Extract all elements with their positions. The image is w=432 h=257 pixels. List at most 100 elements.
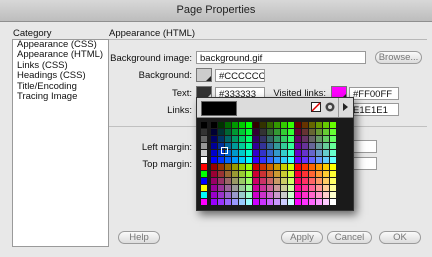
color-swatch[interactable] <box>232 129 238 135</box>
color-swatch[interactable] <box>330 136 336 142</box>
color-swatch[interactable] <box>274 164 280 170</box>
color-swatch[interactable] <box>295 185 301 191</box>
color-swatch[interactable] <box>316 185 322 191</box>
color-swatch[interactable] <box>288 178 294 184</box>
color-swatch[interactable] <box>309 143 315 149</box>
background-image-field[interactable]: background.gif <box>196 51 366 64</box>
color-swatch[interactable] <box>309 129 315 135</box>
color-swatch[interactable] <box>302 143 308 149</box>
background-color-field[interactable]: #CCCCCC <box>215 69 265 82</box>
color-swatch[interactable] <box>260 199 266 205</box>
color-swatch[interactable] <box>201 199 207 205</box>
color-swatch[interactable] <box>309 150 315 156</box>
color-swatch[interactable] <box>309 178 315 184</box>
color-swatch[interactable] <box>316 129 322 135</box>
color-swatch[interactable] <box>316 192 322 198</box>
color-swatch[interactable] <box>267 129 273 135</box>
color-swatch[interactable] <box>323 164 329 170</box>
color-swatch[interactable] <box>225 164 231 170</box>
color-swatch[interactable] <box>260 122 266 128</box>
color-swatch[interactable] <box>288 150 294 156</box>
color-swatch[interactable] <box>267 178 273 184</box>
browse-button[interactable]: Browse... <box>375 51 422 64</box>
color-swatch[interactable] <box>260 178 266 184</box>
color-swatch[interactable] <box>218 129 224 135</box>
color-swatch[interactable] <box>211 164 217 170</box>
color-swatch[interactable] <box>218 171 224 177</box>
color-swatch[interactable] <box>295 192 301 198</box>
color-swatch[interactable] <box>274 122 280 128</box>
color-swatch[interactable] <box>239 199 245 205</box>
color-swatch[interactable] <box>267 171 273 177</box>
color-swatch[interactable] <box>201 143 207 149</box>
color-swatch[interactable] <box>302 164 308 170</box>
color-swatch[interactable] <box>302 171 308 177</box>
color-swatch[interactable] <box>323 171 329 177</box>
color-swatch[interactable] <box>225 122 231 128</box>
color-swatch[interactable] <box>288 143 294 149</box>
color-swatch[interactable] <box>274 199 280 205</box>
color-swatch[interactable] <box>281 150 287 156</box>
color-swatch[interactable] <box>246 178 252 184</box>
color-swatch[interactable] <box>281 122 287 128</box>
color-swatch[interactable] <box>281 185 287 191</box>
color-swatch[interactable] <box>239 171 245 177</box>
color-swatch[interactable] <box>253 150 259 156</box>
color-swatch[interactable] <box>239 192 245 198</box>
color-swatch[interactable] <box>295 122 301 128</box>
color-swatch[interactable] <box>274 157 280 163</box>
color-swatch[interactable] <box>246 122 252 128</box>
color-swatch[interactable] <box>288 157 294 163</box>
color-swatch[interactable] <box>201 171 207 177</box>
color-swatch[interactable] <box>330 143 336 149</box>
color-swatch[interactable] <box>323 150 329 156</box>
color-swatch[interactable] <box>225 192 231 198</box>
color-swatch[interactable] <box>267 192 273 198</box>
color-swatch[interactable] <box>218 199 224 205</box>
color-swatch[interactable] <box>260 136 266 142</box>
color-swatch[interactable] <box>225 157 231 163</box>
color-swatch[interactable] <box>281 171 287 177</box>
color-swatch[interactable] <box>218 164 224 170</box>
color-swatch[interactable] <box>246 157 252 163</box>
color-swatch[interactable] <box>239 122 245 128</box>
color-swatch[interactable] <box>253 136 259 142</box>
color-swatch[interactable] <box>260 143 266 149</box>
color-swatch[interactable] <box>288 164 294 170</box>
no-color-icon[interactable] <box>311 102 321 112</box>
color-swatch[interactable] <box>330 185 336 191</box>
color-swatch[interactable] <box>260 185 266 191</box>
color-swatch[interactable] <box>246 171 252 177</box>
color-swatch[interactable] <box>211 136 217 142</box>
color-swatch[interactable] <box>302 150 308 156</box>
color-swatch[interactable] <box>211 199 217 205</box>
color-swatch[interactable] <box>309 164 315 170</box>
color-swatch[interactable] <box>260 171 266 177</box>
color-swatch[interactable] <box>232 164 238 170</box>
color-swatch[interactable] <box>239 129 245 135</box>
color-swatch[interactable] <box>302 185 308 191</box>
color-swatch[interactable] <box>260 157 266 163</box>
color-swatch[interactable] <box>302 129 308 135</box>
color-swatch[interactable] <box>330 171 336 177</box>
color-swatch[interactable] <box>232 136 238 142</box>
color-swatch[interactable] <box>232 157 238 163</box>
color-swatch[interactable] <box>274 192 280 198</box>
color-swatch[interactable] <box>288 122 294 128</box>
color-swatch[interactable] <box>316 136 322 142</box>
color-swatch[interactable] <box>218 178 224 184</box>
color-swatch[interactable] <box>288 136 294 142</box>
color-swatch[interactable] <box>323 192 329 198</box>
color-swatch[interactable] <box>201 185 207 191</box>
color-swatch[interactable] <box>274 143 280 149</box>
menu-arrow-icon[interactable] <box>342 102 349 112</box>
color-swatch[interactable] <box>225 171 231 177</box>
color-swatch[interactable] <box>302 157 308 163</box>
color-swatch[interactable] <box>323 122 329 128</box>
color-swatch[interactable] <box>211 192 217 198</box>
color-swatch[interactable] <box>295 150 301 156</box>
color-swatch[interactable] <box>211 122 217 128</box>
color-swatch[interactable] <box>260 150 266 156</box>
links-color-field[interactable]: E1E1E1 <box>349 103 399 116</box>
color-swatch[interactable] <box>309 157 315 163</box>
